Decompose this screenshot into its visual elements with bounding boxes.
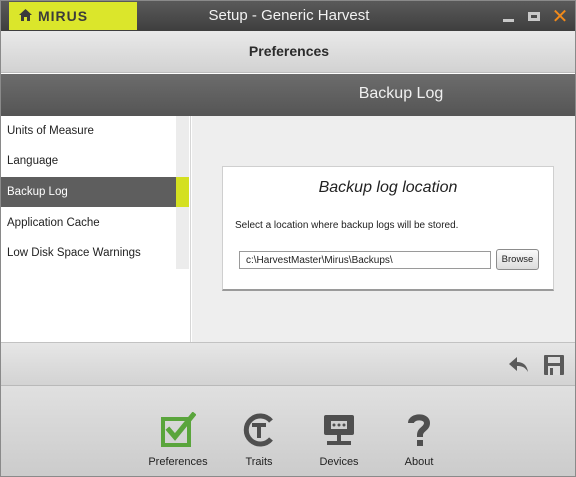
backup-location-card: Backup log location Select a location wh… xyxy=(222,166,554,291)
sidebar-item-units-of-measure[interactable]: Units of Measure xyxy=(1,116,176,146)
title-bar: Setup - Generic Harvest MIRUS ✕ xyxy=(1,1,575,31)
backup-path-input[interactable] xyxy=(239,251,491,269)
tab-label: About xyxy=(404,456,434,468)
maximize-button[interactable] xyxy=(523,1,545,31)
close-button[interactable]: ✕ xyxy=(547,1,573,31)
sidebar-item-backup-log[interactable]: Backup Log xyxy=(1,177,176,207)
undo-icon[interactable] xyxy=(507,353,531,377)
sidebar-item-language[interactable]: Language xyxy=(1,146,176,176)
traits-icon xyxy=(241,412,277,448)
section-header: Preferences xyxy=(1,31,575,73)
question-icon xyxy=(401,412,437,448)
close-icon: ✕ xyxy=(551,5,569,28)
card-heading: Backup log location xyxy=(318,179,458,196)
sidebar-item-application-cache[interactable]: Application Cache xyxy=(1,208,176,238)
minimize-button[interactable] xyxy=(497,1,519,31)
sidebar-item-low-disk-space-warnings[interactable]: Low Disk Space Warnings xyxy=(1,238,176,268)
tab-label: Preferences xyxy=(148,456,208,468)
tab-about[interactable]: About xyxy=(384,408,454,474)
tab-label: Devices xyxy=(319,456,359,468)
page-title: Backup Log xyxy=(358,85,444,102)
tab-traits[interactable]: Traits xyxy=(224,408,294,474)
page-header: Backup Log xyxy=(1,74,575,116)
maximize-icon xyxy=(528,11,540,21)
preferences-sidebar: Units of Measure Language Backup Log App… xyxy=(1,116,191,342)
tab-devices[interactable]: Devices xyxy=(304,408,374,474)
action-bar xyxy=(1,342,575,386)
tab-preferences[interactable]: Preferences xyxy=(143,408,213,474)
browse-button[interactable]: Browse xyxy=(496,249,539,270)
sidebar-scroll-thumb[interactable] xyxy=(176,177,189,207)
devices-icon xyxy=(321,412,357,448)
card-description: Select a location where backup logs will… xyxy=(235,220,459,231)
home-icon xyxy=(19,8,32,24)
sidebar-scrollbar[interactable] xyxy=(176,116,189,269)
app-window: Setup - Generic Harvest MIRUS ✕ Preferen… xyxy=(0,0,576,477)
checkbox-icon xyxy=(160,411,197,448)
home-button[interactable]: MIRUS xyxy=(9,2,137,30)
section-title: Preferences xyxy=(248,43,330,59)
tab-label: Traits xyxy=(245,456,273,468)
bottom-navigation: Preferences Traits Devices About xyxy=(1,386,575,476)
content-pane: Backup log location Select a location wh… xyxy=(192,116,575,342)
minimize-icon xyxy=(502,18,514,22)
brand-logo: MIRUS xyxy=(38,8,89,24)
save-icon[interactable] xyxy=(542,353,566,377)
